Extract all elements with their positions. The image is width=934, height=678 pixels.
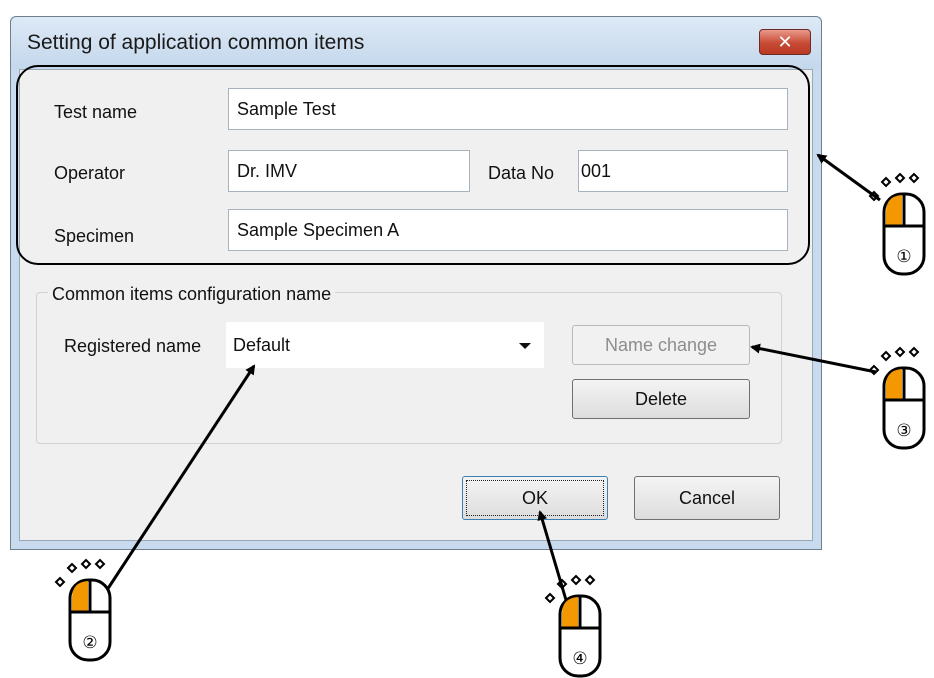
annotation-overlay: ① ② ③ ④ — [54, 153, 926, 678]
callout-1: ① — [896, 247, 911, 267]
callout-2: ② — [82, 633, 97, 653]
callout-4: ④ — [572, 649, 587, 669]
callout-3: ③ — [896, 421, 911, 441]
